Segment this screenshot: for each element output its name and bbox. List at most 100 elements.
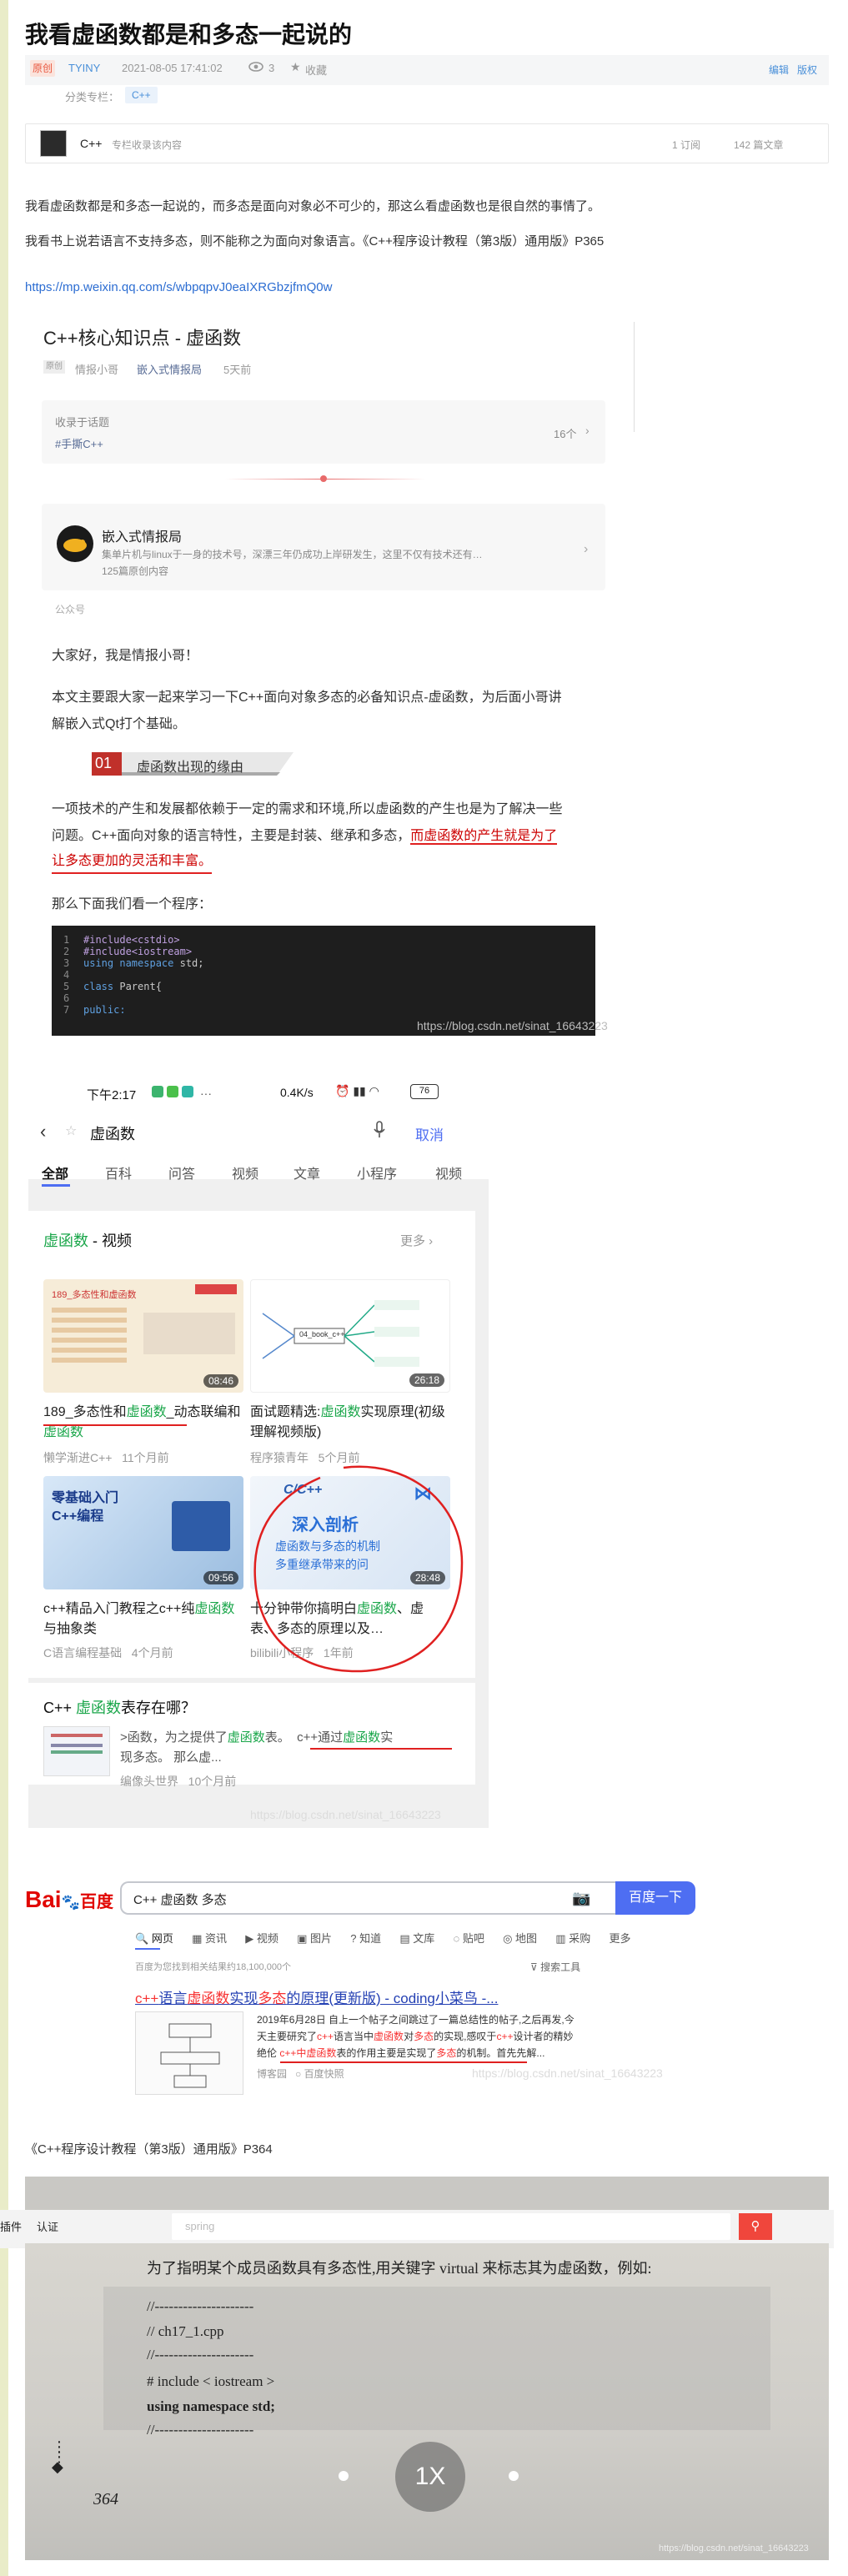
- tab-zhidao[interactable]: ? 知道: [350, 1932, 381, 1945]
- section-title: 虚函数出现的缘由: [137, 761, 244, 775]
- video-thumb-3[interactable]: 零基础入门 C++编程 09:56: [43, 1476, 243, 1589]
- greeting: 大家好，我是情报小哥！: [52, 649, 199, 663]
- book-line: 为了指明某个成员函数具有多态性,用关键字 virtual 来标志其为虚函数，例如…: [147, 2260, 652, 2277]
- body-line-3: 让多态更加的灵活和丰富。: [52, 851, 213, 874]
- tab-indicator: [42, 1184, 70, 1187]
- status-icons: ⏰ ▮▮ ◠: [335, 1084, 379, 1097]
- phone-tab-miniapp[interactable]: 小程序: [357, 1162, 397, 1183]
- watermark-1: https://blog.csdn.net/sinat_16643223: [417, 1019, 608, 1032]
- edit-link[interactable]: 编辑: [769, 63, 789, 77]
- intro-line-2: 解嵌入式Qt打个基础。: [52, 717, 186, 731]
- qa-text: >函数，为之提供了虚函数表。 c++通过虚函数实: [120, 1730, 394, 1745]
- tab-video[interactable]: ▶ 视频: [245, 1932, 278, 1945]
- camera-icon[interactable]: 📷: [572, 1890, 590, 1907]
- result-snippet-1: 2019年6月28日 自上一个帖子之间跳过了一篇总结性的帖子,之后再发,今: [257, 2014, 575, 2026]
- column-subs: 1 订阅: [672, 139, 701, 151]
- wechat-url[interactable]: https://mp.weixin.qq.com/s/wbpqpvJ0eaIXR…: [25, 280, 332, 294]
- video-title-2[interactable]: 面试题精选:虚函数实现原理(初级理解视频版): [250, 1403, 450, 1443]
- phone-tab-baike[interactable]: 百科: [105, 1162, 132, 1183]
- book-code-2: // ch17_1.cpp: [147, 2323, 224, 2339]
- article-title: 我看虚函数都是和多态一起说的: [25, 22, 353, 48]
- paragraph-2: 我看书上说若语言不支持多态，则不能称之为面向对象语言。《C++程序设计教程（第3…: [25, 234, 605, 249]
- search-icon[interactable]: ⚲: [739, 2213, 772, 2240]
- body-line-2a: 问题。C++面向对象的语言特性，主要是封装、继承和多态，: [52, 829, 411, 843]
- phone-tab-article[interactable]: 文章: [294, 1162, 320, 1183]
- result-title[interactable]: c++语言虚函数实现多态的原理(更新版) - coding小菜鸟 -...: [135, 1986, 498, 2007]
- category-tag[interactable]: C++: [125, 87, 158, 103]
- bar-auth[interactable]: 认证: [37, 2218, 58, 2234]
- phone-tab-qa[interactable]: 问答: [168, 1162, 195, 1183]
- favorite-button[interactable]: 收藏: [305, 62, 327, 78]
- category-label: 分类专栏：: [65, 91, 120, 103]
- tab-tieba[interactable]: ◌ 贴吧: [453, 1932, 484, 1945]
- body-line-2b: 而虚函数的产生就是为了: [410, 829, 558, 845]
- back-arrow-icon[interactable]: ‹: [40, 1121, 46, 1142]
- bar-search-input[interactable]: [172, 2213, 730, 2240]
- collection-box[interactable]: [42, 400, 605, 464]
- original-badge: 原创: [30, 60, 55, 77]
- next-dot[interactable]: [509, 2471, 519, 2481]
- column-name[interactable]: C++: [80, 137, 102, 150]
- book-code-4: # include < iostream >: [147, 2373, 275, 2389]
- video-thumb-2[interactable]: 04_book_c++ 26:18: [250, 1279, 450, 1393]
- playback-speed-button[interactable]: 1X: [395, 2442, 465, 2512]
- tab-more[interactable]: 更多: [609, 1932, 630, 1945]
- collection-tag[interactable]: #手撕C++: [55, 435, 103, 451]
- star-icon[interactable]: ★: [290, 60, 301, 74]
- more-link[interactable]: 更多 ›: [400, 1232, 433, 1249]
- view-count: 3: [268, 62, 275, 74]
- profile-count: 125篇原创内容: [102, 565, 169, 577]
- bar-search-placeholder: spring: [185, 2220, 215, 2232]
- battery-icon: 76: [410, 1084, 439, 1099]
- video-title-3[interactable]: c++精品入门教程之c++纯虚函数与抽象类: [43, 1599, 243, 1640]
- section-number: 01: [95, 755, 113, 771]
- tab-wenku[interactable]: ▤ 文库: [399, 1932, 434, 1945]
- video-thumb-1[interactable]: 189_多态性和虚函数 08:46: [43, 1279, 243, 1393]
- tab-indicator: [135, 1948, 160, 1950]
- status-time: 下午2:17: [87, 1088, 137, 1102]
- book-code-6: //---------------------: [147, 2422, 254, 2438]
- page: 我看虚函数都是和多态一起说的 原创 TYINY 2021-08-05 17:41…: [0, 0, 848, 2576]
- tab-news[interactable]: ▦ 资讯: [192, 1932, 227, 1945]
- watermark-2: https://blog.csdn.net/sinat_16643223: [250, 1808, 441, 1821]
- phone-tab-all[interactable]: 全部: [42, 1162, 68, 1183]
- collection-label: 收录于话题: [55, 416, 110, 429]
- profile-type: 公众号: [55, 604, 86, 615]
- tab-map[interactable]: ◎ 地图: [503, 1932, 537, 1945]
- prev-dot[interactable]: [339, 2471, 349, 2481]
- red-underline: [43, 1424, 187, 1426]
- baidu-logo[interactable]: Bai🐾百度: [25, 1886, 113, 1913]
- qa-title[interactable]: C++ 虚函数表存在哪？: [43, 1696, 196, 1718]
- wx-account-link[interactable]: 嵌入式情报局: [137, 361, 202, 377]
- tab-caigou[interactable]: ▥ 采购: [555, 1932, 590, 1945]
- video-title-1[interactable]: 189_多态性和虚函数_动态联编和虚函数: [43, 1403, 243, 1443]
- funnel-icon: ⊽: [530, 1961, 538, 1973]
- qa-text-2: 现多态。 那么虚...: [120, 1750, 222, 1765]
- result-count: 百度为您找到相关结果约18,100,000个: [135, 1962, 292, 1972]
- phone-tab-video2[interactable]: 视频: [435, 1162, 462, 1183]
- bar-plugin[interactable]: 插件: [0, 2218, 22, 2234]
- search-tools[interactable]: ⊽ 搜索工具: [530, 1960, 580, 1974]
- baidu-query[interactable]: C++ 虚函数 多态: [133, 1891, 227, 1908]
- star-outline-icon[interactable]: ☆: [65, 1122, 77, 1139]
- qa-source: 编像头世界 10个月前: [120, 1775, 237, 1788]
- tab-web[interactable]: 🔍 网页: [135, 1932, 173, 1945]
- result-snippet-2: 天主要研究了c++语言当中虚函数对多态的实现,感叹于c++设计者的精妙: [257, 2031, 574, 2042]
- book-code-3: //---------------------: [147, 2347, 254, 2363]
- column-articles: 142 篇文章: [734, 139, 784, 151]
- phone-search-query[interactable]: 虚函数: [90, 1122, 135, 1144]
- red-underline: [310, 1748, 452, 1750]
- snapshot-link[interactable]: ○ 百度快照: [295, 2068, 344, 2080]
- copyright-link[interactable]: 版权: [797, 63, 817, 77]
- column-desc: 专栏收录该内容: [112, 139, 183, 151]
- chevron-right-icon: ›: [584, 542, 589, 556]
- paragraph-1: 我看虚函数都是和多态一起说的，而多态是面向对象必不可少的，那这么看虚函数也是很自…: [25, 199, 601, 213]
- author-link[interactable]: TYINY: [68, 62, 100, 74]
- mic-icon[interactable]: [374, 1121, 385, 1143]
- cancel-button[interactable]: 取消: [415, 1123, 444, 1144]
- video-section-title: 虚函数 - 视频: [43, 1233, 132, 1249]
- book-code-5: using namespace std;: [147, 2398, 275, 2414]
- phone-tab-video[interactable]: 视频: [232, 1162, 258, 1183]
- tab-image[interactable]: ▣ 图片: [297, 1932, 332, 1945]
- baidu-search-button[interactable]: 百度一下: [615, 1881, 695, 1915]
